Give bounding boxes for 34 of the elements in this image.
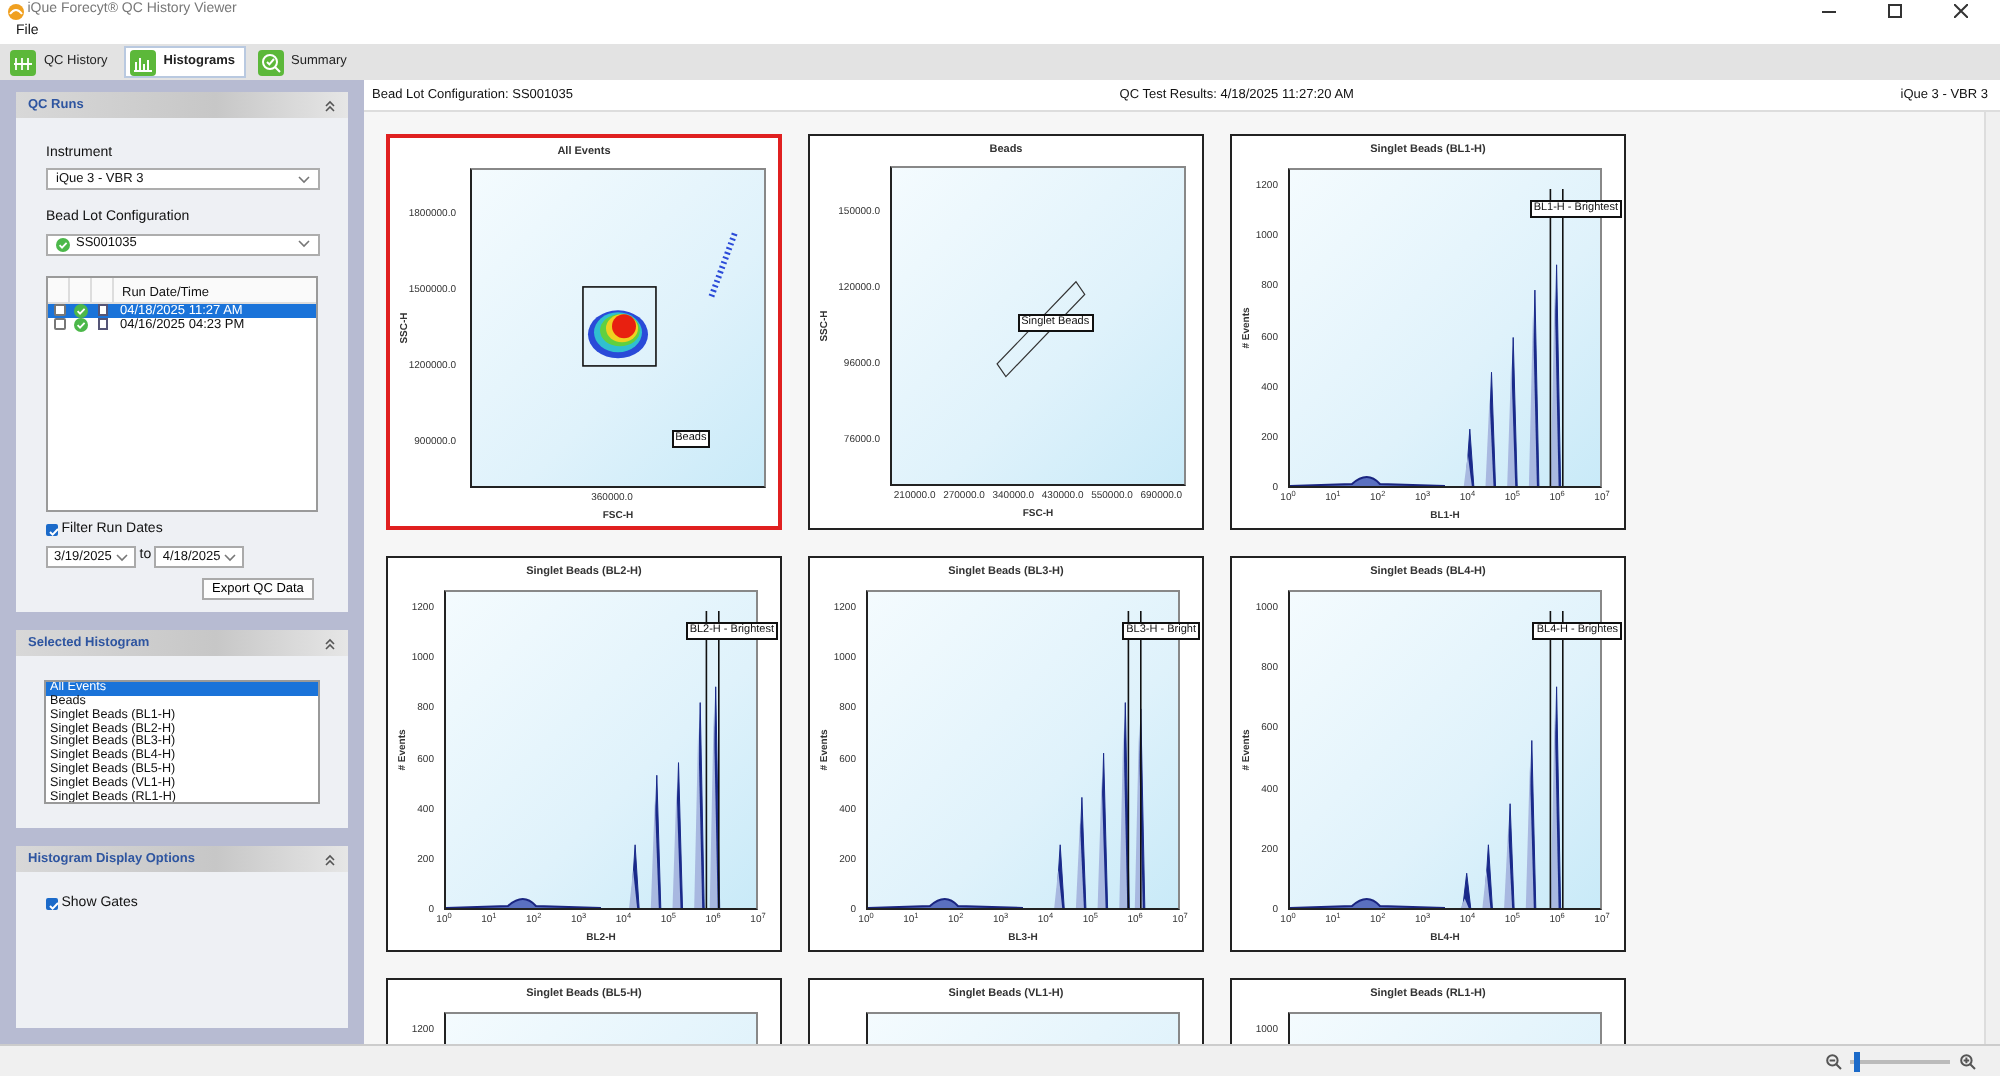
caret-icon <box>298 175 310 184</box>
histogram-peak <box>1482 844 1493 908</box>
zoom-out-icon <box>1825 1053 1841 1069</box>
checkbox[interactable] <box>46 523 58 536</box>
collapse-icon <box>324 853 336 865</box>
histogram-peak <box>650 774 662 908</box>
histogram-peak <box>1054 844 1065 908</box>
gate-rectangle <box>582 286 657 367</box>
caret-icon <box>224 553 237 561</box>
histogram-peak <box>1504 803 1515 908</box>
checkbox[interactable] <box>53 318 65 330</box>
histogram-peak <box>1463 428 1475 486</box>
histogram-peak <box>1460 872 1472 908</box>
close-icon <box>1954 4 1968 18</box>
event-cluster <box>588 310 648 359</box>
grid-chart-icon <box>10 49 36 75</box>
bar-chart-icon <box>129 49 156 75</box>
zoom-slider[interactable] <box>1854 1051 1861 1071</box>
histogram-peak <box>1485 371 1496 486</box>
event-cluster <box>708 232 738 298</box>
checkbox[interactable] <box>46 898 58 911</box>
caret-icon <box>116 553 128 561</box>
app-logo-icon <box>8 3 24 19</box>
magnifier-check-icon <box>257 49 284 75</box>
collapse-icon <box>324 637 336 649</box>
maximize-icon <box>1888 4 1902 18</box>
caret-icon <box>298 240 310 248</box>
checkbox[interactable] <box>53 304 65 316</box>
zoom-in-icon <box>1960 1053 1976 1069</box>
status-check-icon <box>56 237 70 251</box>
histogram-peak <box>629 844 640 908</box>
collapse-icon <box>324 99 336 111</box>
scrollbar[interactable] <box>1984 112 2000 1044</box>
histogram-peak <box>1075 796 1087 908</box>
